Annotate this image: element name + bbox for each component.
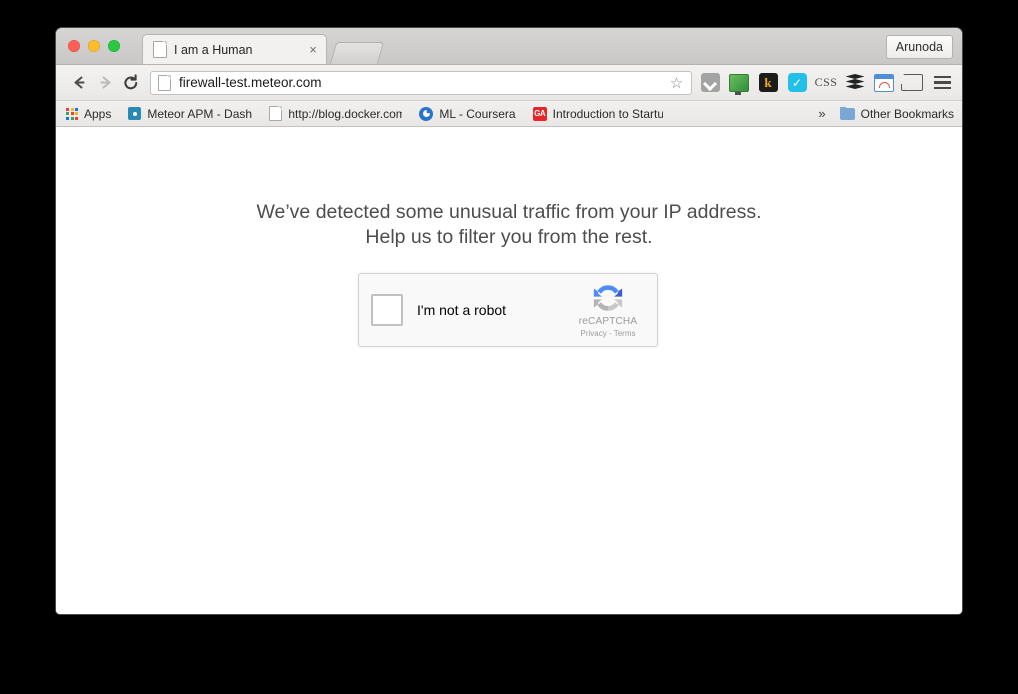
forward-button[interactable] (92, 70, 118, 96)
browser-toolbar: firewall-test.meteor.com ☆ k ✓ CSS (56, 65, 962, 101)
close-window-button[interactable] (68, 40, 80, 52)
desktop-background: I am a Human × Arunoda firewall-test.met… (0, 0, 1018, 694)
site-favicon-icon (158, 74, 171, 91)
message-line-1: We’ve detected some unusual traffic from… (256, 201, 762, 223)
profile-button[interactable]: Arunoda (885, 35, 953, 59)
page-message: We’ve detected some unusual traffic from… (56, 200, 962, 250)
screen-share-icon[interactable] (729, 73, 749, 95)
new-tab-button[interactable] (329, 42, 385, 64)
cast-icon[interactable] (901, 73, 923, 93)
ga-icon: GA (532, 106, 547, 121)
tab-strip: I am a Human × Arunoda (56, 28, 962, 65)
pocket-icon[interactable] (700, 73, 720, 93)
bookmarks-overflow-icon[interactable]: » (818, 106, 825, 121)
kippt-icon[interactable]: k (758, 73, 778, 93)
address-bar[interactable]: firewall-test.meteor.com ☆ (150, 70, 692, 95)
browser-window: I am a Human × Arunoda firewall-test.met… (56, 28, 962, 614)
recaptcha-logo-icon (593, 285, 623, 311)
back-button[interactable] (66, 70, 92, 96)
reload-button[interactable] (118, 70, 144, 96)
other-bookmarks-folder[interactable]: Other Bookmarks (839, 106, 954, 121)
bookmark-meteor-apm[interactable]: Meteor APM - Dashboard (128, 107, 252, 121)
bookmark-docker-blog[interactable]: http://blog.docker.com (269, 106, 402, 121)
close-tab-icon[interactable]: × (306, 43, 320, 57)
folder-icon (839, 106, 855, 120)
recaptcha-legal-links[interactable]: Privacy - Terms (565, 328, 651, 339)
bookmark-label: Apps (84, 106, 112, 121)
bookmarks-bar: Apps Meteor APM - Dashboard http://blog.… (56, 101, 962, 127)
url-text[interactable]: firewall-test.meteor.com (179, 75, 666, 90)
recaptcha-brand-name: reCAPTCHA (578, 316, 638, 327)
browser-tab[interactable]: I am a Human × (142, 34, 327, 64)
recaptcha-checkbox-label[interactable]: I'm not a robot (417, 302, 565, 318)
page-speed-icon[interactable] (874, 73, 894, 93)
extension-toolbar: k ✓ CSS (700, 73, 952, 95)
bookmark-ga[interactable]: GA Introduction to Startup (532, 106, 663, 121)
other-bookmarks-label: Other Bookmarks (860, 106, 954, 121)
bookmark-label: Introduction to Startup (552, 106, 663, 121)
page-icon (269, 106, 283, 121)
bookmark-label: http://blog.docker.com (288, 106, 403, 121)
bookmark-star-icon[interactable]: ☆ (666, 72, 687, 93)
checkmark-extension-icon[interactable]: ✓ (787, 73, 807, 93)
minimize-window-button[interactable] (88, 40, 100, 52)
coursera-icon (419, 106, 434, 121)
profile-name-label: Arunoda (895, 40, 943, 54)
message-line-2: Help us to filter you from the rest. (365, 226, 653, 248)
page-content: We’ve detected some unusual traffic from… (56, 127, 962, 614)
css-icon[interactable]: CSS (815, 73, 837, 93)
layers-icon[interactable] (845, 73, 865, 93)
bookmark-label: ML - Coursera (439, 106, 516, 121)
recaptcha-checkbox[interactable] (371, 294, 403, 326)
bookmark-label: Meteor APM - Dashboard (147, 106, 253, 121)
meteor-icon (128, 107, 142, 120)
zoom-window-button[interactable] (108, 40, 120, 52)
window-controls (68, 40, 120, 52)
recaptcha-widget[interactable]: I'm not a robot reCAPTCHA Privacy - Term… (358, 273, 658, 347)
bookmark-apps[interactable]: Apps (66, 107, 111, 121)
recaptcha-branding: reCAPTCHA Privacy - Terms (565, 281, 657, 339)
bookmark-coursera[interactable]: ML - Coursera (419, 106, 516, 121)
apps-grid-icon (66, 107, 78, 120)
tab-title: I am a Human (174, 42, 253, 57)
tab-favicon-icon (153, 41, 167, 58)
chrome-menu-icon[interactable] (932, 73, 952, 93)
